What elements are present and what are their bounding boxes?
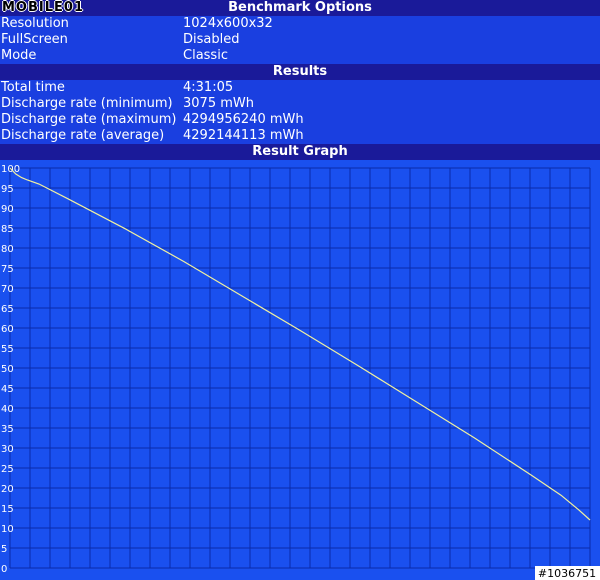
y-tick-label: 65 bbox=[1, 304, 14, 315]
y-tick-label: 70 bbox=[1, 284, 14, 295]
result-row-discharge-min: Discharge rate (minimum) 3075 mWh bbox=[0, 96, 600, 112]
result-value: 4294956240 mWh bbox=[183, 112, 304, 127]
y-tick-label: 80 bbox=[1, 244, 14, 255]
y-tick-label: 50 bbox=[1, 364, 14, 375]
y-tick-label: 90 bbox=[1, 204, 14, 215]
y-tick-label: 25 bbox=[1, 464, 14, 475]
result-row-discharge-max: Discharge rate (maximum) 4294956240 mWh bbox=[0, 112, 600, 128]
option-row-fullscreen: FullScreen Disabled bbox=[0, 32, 600, 48]
watermark-text: #1036751 bbox=[538, 567, 596, 580]
watermark-box: #1036751 bbox=[535, 566, 600, 580]
result-label: Discharge rate (maximum) bbox=[1, 112, 177, 127]
result-value: 3075 mWh bbox=[183, 96, 254, 111]
result-row-discharge-avg: Discharge rate (average) 4292144113 mWh bbox=[0, 128, 600, 144]
y-tick-label: 30 bbox=[1, 444, 14, 455]
option-row-mode: Mode Classic bbox=[0, 48, 600, 64]
y-tick-label: 15 bbox=[1, 504, 14, 515]
result-graph: 0 5 10 15 20 25 30 35 40 45 50 55 60 65 70 75 80 85 90 95 10… bbox=[0, 160, 600, 580]
result-graph-title: Result Graph bbox=[252, 144, 348, 159]
y-tick-label: 60 bbox=[1, 324, 14, 335]
result-label: Discharge rate (minimum) bbox=[1, 96, 173, 111]
results-header: Results bbox=[0, 64, 600, 80]
option-value: Disabled bbox=[183, 32, 240, 47]
option-value: Classic bbox=[183, 48, 228, 63]
result-graph-header: Result Graph bbox=[0, 144, 600, 160]
y-tick-label: 100 bbox=[1, 164, 20, 175]
y-tick-label: 75 bbox=[1, 264, 14, 275]
grid bbox=[9, 167, 591, 569]
option-label: Resolution bbox=[1, 16, 69, 31]
results-title: Results bbox=[272, 64, 328, 79]
y-tick-label: 40 bbox=[1, 404, 14, 415]
benchmark-options-title: Benchmark Options bbox=[228, 0, 372, 15]
benchmark-options-header: Benchmark Options bbox=[0, 0, 600, 16]
y-tick-label: 20 bbox=[1, 484, 14, 495]
y-tick-label: 55 bbox=[1, 344, 14, 355]
y-tick-label: 45 bbox=[1, 384, 14, 395]
result-row-total-time: Total time 4:31:05 bbox=[0, 80, 600, 96]
mobile01-logo: MOBILE01 bbox=[2, 0, 84, 15]
result-value: 4:31:05 bbox=[183, 80, 234, 95]
y-tick-label: 5 bbox=[1, 544, 7, 555]
option-row-resolution: Resolution 1024x600x32 bbox=[0, 16, 600, 32]
option-label: Mode bbox=[1, 48, 37, 63]
option-value: 1024x600x32 bbox=[183, 16, 273, 31]
result-label: Discharge rate (average) bbox=[1, 128, 165, 143]
y-tick-label: 10 bbox=[1, 524, 14, 535]
option-label: FullScreen bbox=[1, 32, 68, 47]
y-tick-label: 0 bbox=[1, 564, 7, 575]
result-value: 4292144113 mWh bbox=[183, 128, 304, 143]
result-label: Total time bbox=[1, 80, 65, 95]
y-tick-label: 85 bbox=[1, 224, 14, 235]
y-tick-label: 95 bbox=[1, 184, 14, 195]
y-tick-label: 35 bbox=[1, 424, 14, 435]
